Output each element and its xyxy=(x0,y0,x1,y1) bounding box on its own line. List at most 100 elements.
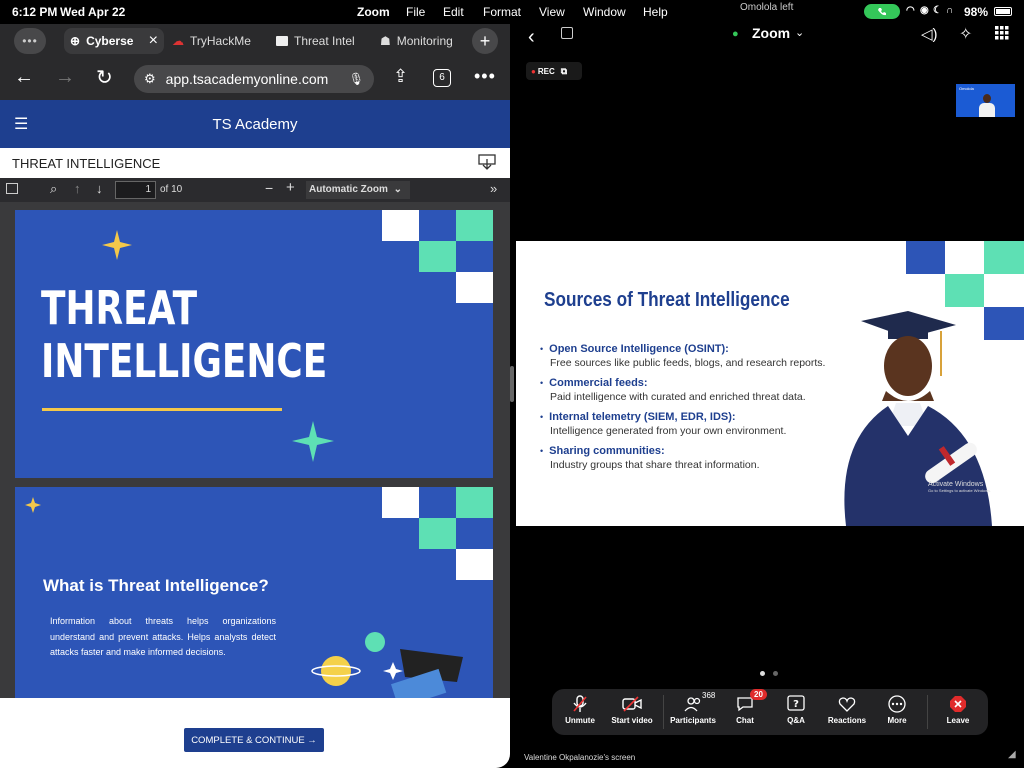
qa-icon: ? xyxy=(787,694,805,714)
self-video-head xyxy=(983,94,991,103)
menu-view[interactable]: View xyxy=(539,5,565,19)
slide-2-title: What is Threat Intelligence? xyxy=(43,576,269,595)
menu-help[interactable]: Help xyxy=(643,5,668,19)
battery-percent: 98% xyxy=(964,5,989,19)
split-view-handle[interactable] xyxy=(510,366,514,402)
reload-icon[interactable]: ↻ xyxy=(96,65,113,90)
call-pill[interactable] xyxy=(864,4,900,19)
course-footer: COMPLETE & CONTINUE → xyxy=(0,698,510,768)
pause-icon[interactable]: ⧉ xyxy=(561,66,567,77)
gallery-grid-icon[interactable] xyxy=(995,26,1009,40)
address-field[interactable]: ⚙ app.tsacademyonline.com 🎙 xyxy=(134,65,374,93)
participants-icon xyxy=(684,694,702,714)
recording-indicator[interactable]: ● REC ⧉ xyxy=(526,62,582,80)
site-title: TS Academy xyxy=(212,116,298,133)
zoom-window: ‹ ● Zoom ⌄ ◁) ✧ ● REC ⧉ Omolola Sources … xyxy=(516,24,1024,768)
search-icon[interactable]: ⌕ xyxy=(50,181,57,197)
download-icon[interactable] xyxy=(478,153,496,171)
chat-unread-badge: 20 xyxy=(750,689,767,700)
date: Wed Apr 22 xyxy=(60,5,126,19)
tab-cybersecurity[interactable]: ⊕ Cyberse × xyxy=(64,28,164,54)
tryhackme-icon: ☁ xyxy=(172,34,184,48)
page-dot-active[interactable] xyxy=(760,671,765,676)
tab-monitoring[interactable]: ☗ Monitoring xyxy=(380,28,470,54)
bullet-item: • Internal telemetry (SIEM, EDR, IDS): In… xyxy=(540,411,787,437)
more-icon xyxy=(888,694,906,714)
menu-format[interactable]: Format xyxy=(483,5,521,19)
tools-menu-icon[interactable]: » xyxy=(490,181,497,196)
slide-2-body: Information about threats helps organiza… xyxy=(50,616,276,657)
monitor-icon: ☗ xyxy=(380,34,391,48)
browser-window: ••• ⊕ Cyberse × ☁ TryHackMe Threat Intel… xyxy=(0,24,510,768)
zoom-select[interactable]: Automatic Zoom ⌄ xyxy=(306,181,410,199)
moon-icon: ☾ xyxy=(933,5,942,16)
participants-count: 368 xyxy=(702,691,716,700)
start-video-button[interactable]: Start video xyxy=(604,694,660,732)
shield-check-icon: ● xyxy=(732,28,739,40)
bullet-item: • Open Source Intelligence (OSINT): Free … xyxy=(540,343,826,369)
participant-left-notice: Omolola left xyxy=(740,2,794,13)
site-header: ☰ TS Academy xyxy=(0,100,510,148)
forward-arrow-icon[interactable]: → xyxy=(55,66,75,89)
zoom-in-button[interactable]: + xyxy=(286,179,295,196)
menu-window[interactable]: Window xyxy=(583,5,626,19)
url-bar: ← → ↻ ⚙ app.tsacademyonline.com 🎙 ⇪ 6 ••… xyxy=(0,58,510,100)
system-status-bar: 6:12 PM Wed Apr 22 Zoom File Edit Format… xyxy=(0,0,1024,24)
chevron-down-icon[interactable]: ⌄ xyxy=(795,26,804,39)
wifi-icon: ◠ xyxy=(906,5,915,16)
menu-edit[interactable]: Edit xyxy=(443,5,464,19)
more-button[interactable]: More xyxy=(869,694,925,732)
chat-button[interactable]: Chat 20 xyxy=(717,689,773,732)
video-off-icon xyxy=(622,694,642,714)
prev-page-icon[interactable]: ↑ xyxy=(74,181,81,196)
more-menu-icon[interactable]: ••• xyxy=(474,66,496,87)
tab-count-button[interactable]: 6 xyxy=(433,69,451,87)
back-arrow-icon[interactable]: ← xyxy=(14,66,34,89)
pdf-viewer[interactable]: THREAT INTELLIGENCE What is Threat Intel… xyxy=(0,202,510,698)
complete-continue-button[interactable]: COMPLETE & CONTINUE → xyxy=(184,728,324,752)
speaker-icon[interactable]: ◁) xyxy=(921,25,938,43)
microphone-icon[interactable]: 🎙 xyxy=(349,72,364,86)
page-dot[interactable] xyxy=(773,671,778,676)
leave-icon xyxy=(949,694,967,714)
record-dot-icon: ● xyxy=(531,66,536,76)
share-icon[interactable]: ⇪ xyxy=(393,66,408,87)
tab-overview-button[interactable]: ••• xyxy=(14,28,46,54)
section-title: THREAT INTELLIGENCE xyxy=(12,156,161,171)
slide-1-title: THREAT INTELLIGENCE xyxy=(41,281,328,388)
doc-icon xyxy=(276,36,288,46)
unmute-button[interactable]: Unmute xyxy=(552,694,608,732)
back-chevron-icon[interactable]: ‹ xyxy=(528,26,535,49)
reactions-button[interactable]: Reactions xyxy=(819,694,875,732)
page-number-input[interactable]: 1 xyxy=(115,181,156,199)
bullet-item: • Commercial feeds: Paid intelligence wit… xyxy=(540,377,806,403)
section-bar: THREAT INTELLIGENCE xyxy=(0,148,510,178)
menu-zoom[interactable]: Zoom xyxy=(357,5,390,19)
divider xyxy=(663,695,664,729)
screen-owner-label: Valentine Okpalanozie's screen xyxy=(524,753,636,762)
focus-icon: ◉ xyxy=(920,5,929,16)
clock: 6:12 PM xyxy=(12,5,58,19)
headphones-icon: ∩ xyxy=(946,5,954,16)
sidebar-toggle-icon[interactable] xyxy=(6,183,18,194)
site-settings-icon[interactable]: ⚙ xyxy=(144,71,156,87)
shared-slide-title: Sources of Threat Intelligence xyxy=(544,289,790,311)
phone-icon xyxy=(878,7,886,15)
tab-tryhackme[interactable]: ☁ TryHackMe xyxy=(172,28,258,54)
sparkle-icon[interactable]: ✧ xyxy=(959,24,972,44)
meeting-title[interactable]: Zoom xyxy=(752,25,790,41)
self-video-thumbnail[interactable]: Omolola xyxy=(956,84,1015,117)
menu-file[interactable]: File xyxy=(406,5,425,19)
new-tab-button[interactable]: + xyxy=(472,28,498,54)
globe-icon: ⊕ xyxy=(70,34,81,48)
close-tab-icon[interactable]: × xyxy=(149,32,158,50)
participants-button[interactable]: Participants 368 xyxy=(665,691,721,732)
window-switch-icon[interactable] xyxy=(561,27,573,39)
leave-button[interactable]: Leave xyxy=(930,694,986,732)
tab-threat-intel[interactable]: Threat Intel xyxy=(276,28,364,54)
pdf-toolbar: ⌕ ↑ ↓ 1 of 10 − + Automatic Zoom ⌄ » xyxy=(0,178,510,202)
qa-button[interactable]: ? Q&A xyxy=(768,694,824,732)
zoom-out-button[interactable]: − xyxy=(265,180,273,196)
next-page-icon[interactable]: ↓ xyxy=(96,181,103,196)
resize-corner-icon[interactable]: ◢ xyxy=(1008,749,1016,760)
